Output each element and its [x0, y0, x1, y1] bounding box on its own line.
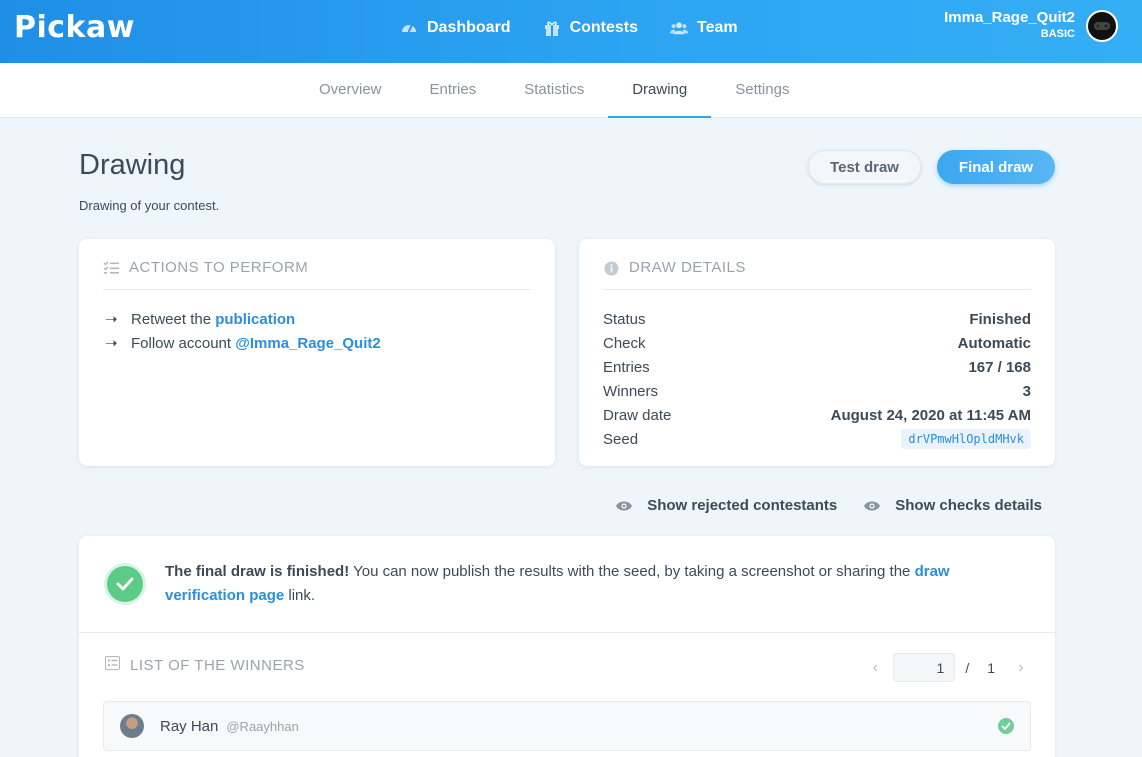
- detail-label: Seed: [603, 430, 639, 448]
- table-row[interactable]: Ray Han @Raayhhan: [103, 701, 1031, 751]
- nav-contests-label: Contests: [569, 18, 639, 36]
- winner-handle[interactable]: @Raayhhan: [226, 719, 298, 734]
- page-subtitle: Drawing of your contest.: [79, 198, 220, 213]
- detail-row-entries: Entries 167 / 168: [603, 355, 1031, 379]
- logo[interactable]: Pickaw: [14, 10, 135, 45]
- sub-nav: Overview Entries Statistics Drawing Sett…: [0, 63, 1142, 118]
- detail-row-draw-date: Draw date August 24, 2020 at 11:45 AM: [603, 403, 1031, 427]
- avatar: [120, 714, 144, 738]
- nav-team-label: Team: [697, 18, 738, 36]
- eye-icon: [863, 500, 881, 512]
- final-draw-button[interactable]: Final draw: [937, 150, 1055, 184]
- verified-check-icon: [998, 718, 1014, 734]
- tab-overview[interactable]: Overview: [295, 63, 406, 118]
- chevron-left-icon[interactable]: ‹: [867, 659, 883, 677]
- details-card-header: DRAW DETAILS: [603, 259, 1031, 290]
- action-text: Follow account: [131, 334, 236, 352]
- page-title: Drawing: [79, 149, 186, 181]
- action-text: Retweet the: [131, 310, 216, 328]
- notice-end: link.: [284, 587, 316, 604]
- arrow-right-icon: ➝: [105, 335, 118, 352]
- action-text: Follow account @Imma_Rage_Quit2: [131, 335, 381, 352]
- status-value: Finished: [969, 310, 1031, 328]
- chevron-right-icon[interactable]: ›: [1013, 659, 1029, 677]
- detail-label: Entries: [603, 358, 650, 376]
- pager-separator: /: [965, 659, 970, 676]
- detail-row-winners: Winners 3: [603, 379, 1031, 403]
- detail-label: Status: [603, 310, 646, 328]
- users-icon: [670, 19, 689, 37]
- test-draw-button[interactable]: Test draw: [808, 150, 921, 184]
- avatar[interactable]: [1086, 10, 1118, 42]
- actions-list: ➝ Retweet the publication ➝ Follow accou…: [105, 307, 381, 355]
- list-icon: [105, 656, 120, 674]
- gauge-icon: [400, 19, 418, 37]
- results-card: The final draw is finished! You can now …: [79, 536, 1055, 757]
- detail-label: Draw date: [603, 406, 672, 424]
- check-value: Automatic: [957, 334, 1031, 352]
- user-info: Imma_Rage_Quit2 BASIC: [944, 9, 1075, 43]
- detail-label: Check: [603, 334, 646, 352]
- winners-header: LIST OF THE WINNERS: [105, 656, 305, 674]
- info-icon: [603, 260, 619, 276]
- show-checks-toggle[interactable]: Show checks details: [863, 497, 1042, 514]
- winners-title: LIST OF THE WINNERS: [130, 656, 305, 674]
- draw-date-value: August 24, 2020 at 11:45 AM: [830, 406, 1031, 424]
- winners-value: 3: [1022, 382, 1031, 400]
- pagination: ‹ / 1 ›: [867, 653, 1029, 682]
- list-item: ➝ Follow account @Imma_Rage_Quit2: [105, 331, 381, 355]
- action-text: Retweet the publication: [131, 311, 295, 328]
- view-toggles: Show rejected contestants Show checks de…: [615, 497, 1042, 514]
- final-draw-notice: The final draw is finished! You can now …: [107, 560, 1031, 608]
- seed-value[interactable]: drVPmwHlOpldMHvk: [901, 429, 1031, 449]
- account-link[interactable]: @Imma_Rage_Quit2: [235, 335, 381, 352]
- nav-dashboard[interactable]: Dashboard: [400, 19, 511, 37]
- gift-icon: [543, 19, 561, 37]
- tabs: Overview Entries Statistics Drawing Sett…: [295, 63, 813, 118]
- show-rejected-toggle[interactable]: Show rejected contestants: [615, 497, 837, 514]
- success-check-icon: [107, 566, 143, 602]
- details-title: DRAW DETAILS: [629, 259, 746, 276]
- actions-card-header: ACTIONS TO PERFORM: [103, 259, 531, 290]
- detail-row-check: Check Automatic: [603, 331, 1031, 355]
- arrow-right-icon: ➝: [105, 311, 118, 328]
- notice-text: The final draw is finished! You can now …: [165, 560, 1031, 608]
- actions-card: ACTIONS TO PERFORM ➝ Retweet the publica…: [79, 239, 555, 466]
- detail-row-seed: Seed drVPmwHlOpldMHvk: [603, 427, 1031, 451]
- tab-drawing[interactable]: Drawing: [608, 63, 712, 118]
- entries-value: 167 / 168: [968, 358, 1031, 376]
- nav-contests[interactable]: Contests: [543, 19, 638, 37]
- show-rejected-label: Show rejected contestants: [647, 497, 838, 514]
- eye-icon: [615, 500, 633, 512]
- top-nav: Dashboard Contests Team: [400, 0, 738, 55]
- notice-bold: The final draw is finished!: [165, 563, 350, 580]
- divider: [79, 632, 1055, 633]
- user-plan: BASIC: [1040, 28, 1075, 40]
- user-name: Imma_Rage_Quit2: [944, 9, 1075, 26]
- user-menu[interactable]: Imma_Rage_Quit2 BASIC: [944, 9, 1118, 43]
- details-list: Status Finished Check Automatic Entries …: [603, 307, 1031, 451]
- publication-link[interactable]: publication: [215, 311, 295, 328]
- top-bar: Pickaw Dashboard Contests Team Imma_Rage…: [0, 0, 1142, 63]
- tab-statistics[interactable]: Statistics: [500, 63, 608, 118]
- list-item: ➝ Retweet the publication: [105, 307, 381, 331]
- detail-row-status: Status Finished: [603, 307, 1031, 331]
- tab-settings[interactable]: Settings: [711, 63, 813, 118]
- tab-entries[interactable]: Entries: [406, 63, 501, 118]
- nav-team[interactable]: Team: [670, 19, 738, 37]
- detail-label: Winners: [603, 382, 659, 400]
- pager-total: 1: [987, 659, 995, 676]
- draw-details-card: DRAW DETAILS Status Finished Check Autom…: [579, 239, 1055, 466]
- checklist-icon: [103, 260, 119, 276]
- actions-title: ACTIONS TO PERFORM: [129, 259, 309, 276]
- notice-body: You can now publish the results with the…: [349, 563, 915, 580]
- winner-name: Ray Han: [160, 717, 219, 735]
- page-input[interactable]: [893, 653, 956, 682]
- nav-dashboard-label: Dashboard: [427, 18, 511, 36]
- show-checks-label: Show checks details: [895, 497, 1042, 514]
